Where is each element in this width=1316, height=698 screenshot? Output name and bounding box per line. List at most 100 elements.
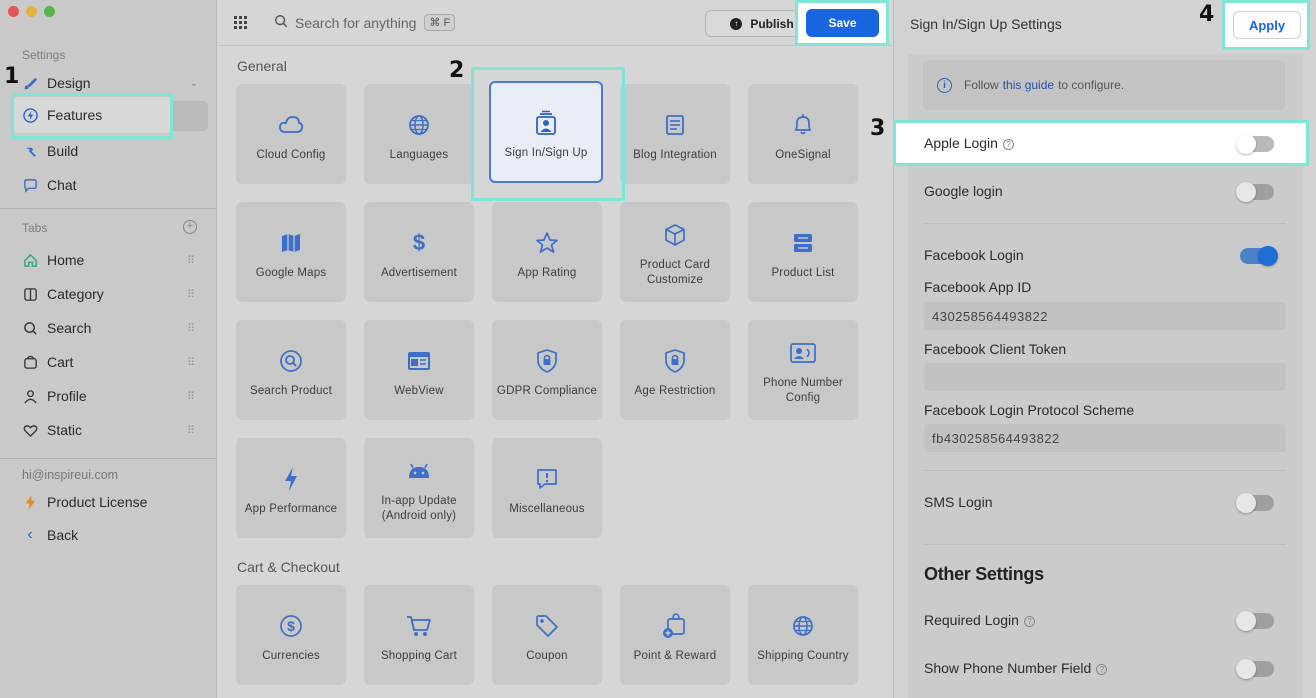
add-tab-icon[interactable]: + bbox=[183, 220, 197, 234]
category-icon bbox=[22, 286, 38, 302]
facebook-login-label: Facebook Login bbox=[924, 247, 1024, 263]
tab-category[interactable]: Category ⠿ bbox=[14, 279, 208, 309]
feature-tile-languages[interactable]: Languages bbox=[364, 84, 474, 184]
feature-tile-advertisement[interactable]: $ Advertisement bbox=[364, 202, 474, 302]
apple-login-text: Apple Login bbox=[924, 135, 998, 151]
feature-tile-currencies[interactable]: $ Currencies bbox=[236, 585, 346, 685]
tab-label: Category bbox=[47, 286, 104, 302]
svg-text:$: $ bbox=[413, 231, 425, 255]
tab-search[interactable]: Search ⠿ bbox=[14, 313, 208, 343]
feature-tile-miscellaneous[interactable]: Miscellaneous bbox=[492, 438, 602, 538]
minimize-window-button[interactable] bbox=[26, 6, 37, 17]
help-icon[interactable]: ? bbox=[1096, 663, 1108, 675]
cloud-icon bbox=[278, 112, 304, 138]
apple-login-toggle[interactable] bbox=[1236, 134, 1274, 154]
feature-tile-product-card-customize[interactable]: Product Card Customize bbox=[620, 202, 730, 302]
feature-tile-label: Phone Number Config bbox=[763, 377, 843, 404]
drag-handle-icon[interactable]: ⠿ bbox=[187, 424, 195, 437]
tab-profile[interactable]: Profile ⠿ bbox=[14, 381, 208, 411]
drag-handle-icon[interactable]: ⠿ bbox=[187, 390, 195, 403]
facebook-client-token-field[interactable] bbox=[924, 363, 1286, 391]
search-shortcut: ⌘ F bbox=[424, 14, 456, 31]
toggle-knob bbox=[1236, 611, 1256, 631]
feature-tile-google-maps[interactable]: Google Maps bbox=[236, 202, 346, 302]
contact-card-icon bbox=[790, 340, 816, 366]
facebook-app-id-field[interactable]: 430258564493822 bbox=[924, 302, 1286, 330]
guide-link[interactable]: this guide bbox=[1003, 78, 1054, 92]
feature-tile-in-app-update-android-only[interactable]: In-app Update (Android only) bbox=[364, 438, 474, 538]
shield-lock-icon bbox=[536, 348, 558, 374]
facebook-login-toggle[interactable] bbox=[1240, 246, 1278, 266]
drag-handle-icon[interactable]: ⠿ bbox=[187, 254, 195, 267]
save-button[interactable]: Save bbox=[806, 9, 879, 37]
callout-4: 4 bbox=[1199, 2, 1215, 27]
facebook-app-id-label: Facebook App ID bbox=[924, 279, 1032, 295]
feature-tile-onesignal[interactable]: OneSignal bbox=[748, 84, 858, 184]
sidebar-item-chat[interactable]: Chat bbox=[14, 170, 208, 200]
box-icon bbox=[663, 222, 687, 248]
info-icon: i bbox=[937, 77, 952, 93]
feature-tile-app-rating[interactable]: App Rating bbox=[492, 202, 602, 302]
feature-tile-label: Shipping Country bbox=[757, 649, 849, 662]
svg-text:$: $ bbox=[287, 618, 295, 634]
feature-tile-gdpr-compliance[interactable]: GDPR Compliance bbox=[492, 320, 602, 420]
back-link[interactable]: ‹ Back bbox=[14, 520, 208, 550]
feature-tile-label: Age Restriction bbox=[634, 384, 716, 397]
drag-handle-icon[interactable]: ⠿ bbox=[187, 322, 195, 335]
tab-cart[interactable]: Cart ⠿ bbox=[14, 347, 208, 377]
feature-tile-age-restriction[interactable]: Age Restriction bbox=[620, 320, 730, 420]
show-phone-toggle[interactable] bbox=[1236, 659, 1274, 679]
feature-tile-coupon[interactable]: Coupon bbox=[492, 585, 602, 685]
panel-title: Sign In/Sign Up Settings bbox=[910, 16, 1062, 32]
toggle-knob bbox=[1236, 134, 1256, 154]
cart-section-title: Cart & Checkout bbox=[237, 559, 340, 575]
required-login-toggle[interactable] bbox=[1236, 611, 1274, 631]
global-search[interactable]: Search for anything ⌘ F bbox=[274, 14, 456, 31]
feature-tile-shopping-cart[interactable]: Shopping Cart bbox=[364, 585, 474, 685]
sidebar-item-build[interactable]: Build bbox=[14, 136, 208, 166]
help-icon[interactable]: ? bbox=[1002, 138, 1014, 150]
features-highlight bbox=[11, 93, 173, 139]
info-banner: i Follow this guide to configure. bbox=[923, 60, 1285, 110]
shield-lock-icon bbox=[664, 348, 686, 374]
product-license-link[interactable]: Product License bbox=[14, 487, 208, 517]
list-icon bbox=[792, 230, 814, 256]
map-icon bbox=[280, 230, 302, 256]
tab-static[interactable]: Static ⠿ bbox=[14, 415, 208, 445]
feature-tile-webview[interactable]: WebView bbox=[364, 320, 474, 420]
facebook-protocol-field[interactable]: fb430258564493822 bbox=[924, 424, 1286, 452]
cart-icon bbox=[406, 613, 432, 639]
settings-header: Settings bbox=[22, 48, 66, 62]
app-grid-icon[interactable] bbox=[234, 16, 248, 35]
feature-tile-label: Miscellaneous bbox=[509, 502, 585, 515]
tab-home[interactable]: Home ⠿ bbox=[14, 245, 208, 275]
sidebar-item-label: Design bbox=[47, 75, 91, 91]
tag-icon bbox=[535, 613, 559, 639]
feature-tile-app-performance[interactable]: App Performance bbox=[236, 438, 346, 538]
feature-tile-label: Shopping Cart bbox=[380, 649, 458, 662]
feature-tile-product-list[interactable]: Product List bbox=[748, 202, 858, 302]
tab-label: Home bbox=[47, 252, 85, 268]
sms-login-toggle[interactable] bbox=[1236, 493, 1274, 513]
google-login-toggle[interactable] bbox=[1236, 182, 1274, 202]
android-icon bbox=[406, 458, 432, 484]
topbar: Search for anything ⌘ F ↑ Publish bbox=[218, 0, 892, 46]
apply-button[interactable]: Apply bbox=[1233, 11, 1301, 39]
feature-tile-shipping-country[interactable]: Shipping Country bbox=[748, 585, 858, 685]
document-icon bbox=[665, 112, 685, 138]
maximize-window-button[interactable] bbox=[44, 6, 55, 17]
show-phone-text: Show Phone Number Field bbox=[924, 660, 1092, 676]
feature-tile-search-product[interactable]: Search Product bbox=[236, 320, 346, 420]
feature-tile-label: App Rating bbox=[517, 266, 577, 279]
close-window-button[interactable] bbox=[8, 6, 19, 17]
help-icon[interactable]: ? bbox=[1023, 615, 1035, 627]
feature-tile-blog-integration[interactable]: Blog Integration bbox=[620, 84, 730, 184]
gift-icon bbox=[662, 612, 688, 639]
drag-handle-icon[interactable]: ⠿ bbox=[187, 356, 195, 369]
feature-tile-phone-number-config[interactable]: Phone Number Config bbox=[748, 320, 858, 420]
feature-tile-point-reward[interactable]: Point & Reward bbox=[620, 585, 730, 685]
feature-tile-cloud-config[interactable]: Cloud Config bbox=[236, 84, 346, 184]
toggle-knob bbox=[1258, 246, 1278, 266]
search-icon bbox=[274, 14, 288, 31]
drag-handle-icon[interactable]: ⠿ bbox=[187, 288, 195, 301]
